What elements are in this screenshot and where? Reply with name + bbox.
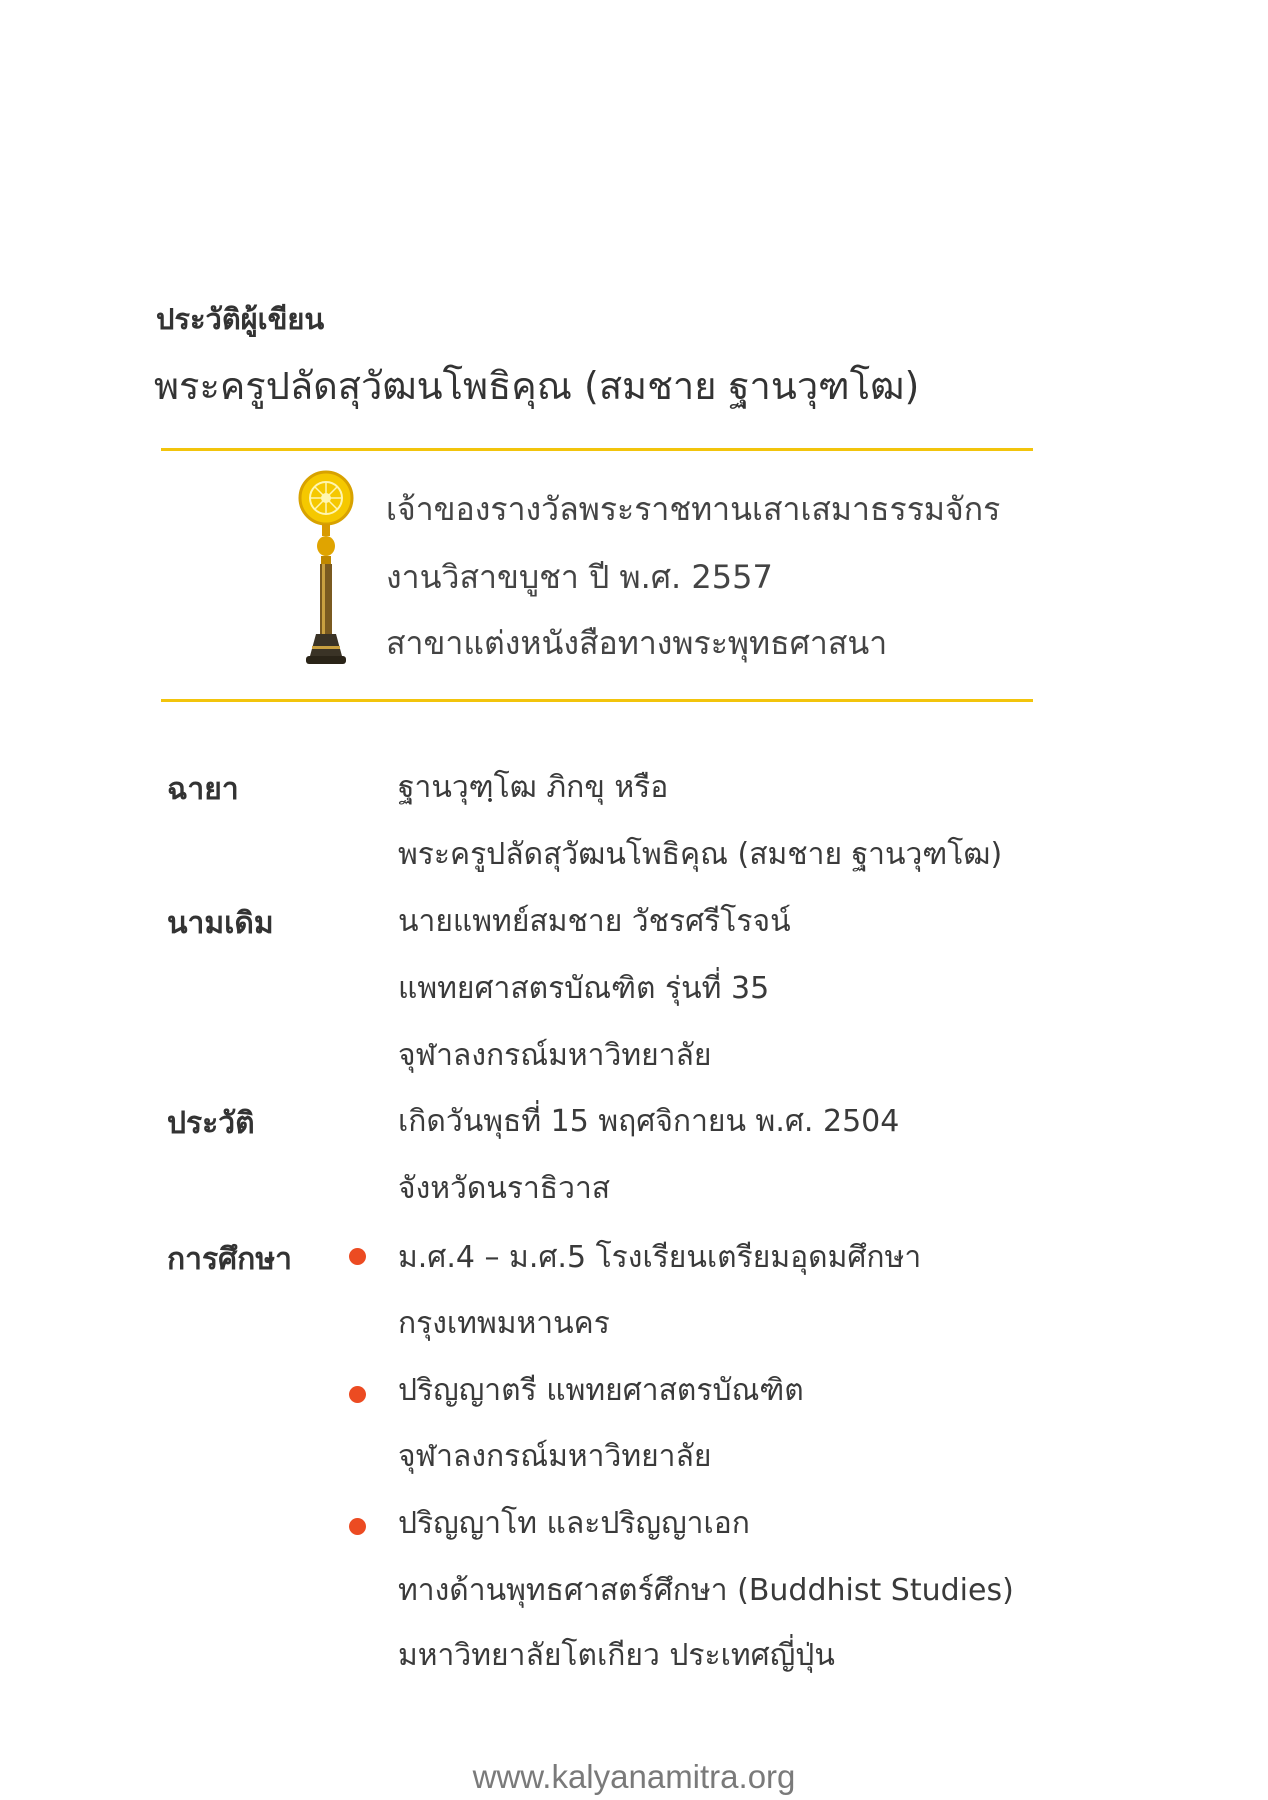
alias-value: พระครูปลัดสุวัฒนโพธิคุณ (สมชาย ฐานวุฑโฒ) <box>398 837 1003 872</box>
author-title: พระครูปลัดสุวัฒนโพธิคุณ (สมชาย ฐานวุฑโฒ) <box>154 364 920 408</box>
bullet-icon <box>349 1386 366 1403</box>
education-item: กรุงเทพมหานคร <box>398 1306 610 1341</box>
education-item: ปริญญาโท และปริญญาเอก <box>398 1506 750 1541</box>
award-line: สาขาแต่งหนังสือทางพระพุทธศาสนา <box>386 624 888 662</box>
education-item: ปริญญาตรี แพทยศาสตรบัณฑิต <box>398 1373 804 1408</box>
bullet-icon <box>349 1518 366 1535</box>
former-name-value: แพทยศาสตรบัณฑิต รุ่นที่ 35 <box>398 971 770 1006</box>
education-item: ม.ศ.4 – ม.ศ.5 โรงเรียนเตรียมอุดมศึกษา <box>398 1240 922 1275</box>
section-heading: ประวัติผู้เขียน <box>156 302 325 336</box>
dhammachakra-trophy-icon <box>298 470 354 664</box>
former-name-value: จุฬาลงกรณ์มหาวิทยาลัย <box>398 1038 712 1073</box>
education-item: ทางด้านพุทธศาสตร์ศึกษา (Buddhist Studies… <box>398 1573 1014 1608</box>
education-label: การศึกษา <box>167 1242 292 1277</box>
history-value: เกิดวันพุธที่ 15 พฤศจิกายน พ.ศ. 2504 <box>398 1104 900 1139</box>
education-item: มหาวิทยาลัยโตเกียว ประเทศญี่ปุ่น <box>398 1638 835 1673</box>
bullet-icon <box>349 1248 366 1265</box>
award-line: งานวิสาขบูชา ปี พ.ศ. 2557 <box>386 558 773 596</box>
alias-value: ฐานวุฑฺโฒ ภิกขุ หรือ <box>398 770 669 805</box>
history-value: จังหวัดนราธิวาส <box>398 1171 611 1206</box>
bottom-divider <box>161 699 1033 702</box>
top-divider <box>161 448 1033 451</box>
alias-label: ฉายา <box>167 772 239 807</box>
history-label: ประวัติ <box>167 1106 255 1141</box>
footer-url[interactable]: www.kalyanamitra.org <box>0 1758 1268 1796</box>
education-item: จุฬาลงกรณ์มหาวิทยาลัย <box>398 1439 712 1474</box>
former-name-value: นายแพทย์สมชาย วัชรศรีโรจน์ <box>398 904 791 939</box>
award-line: เจ้าของรางวัลพระราชทานเสาเสมาธรรมจักร <box>386 490 1001 528</box>
former-name-label: นามเดิม <box>167 906 274 941</box>
